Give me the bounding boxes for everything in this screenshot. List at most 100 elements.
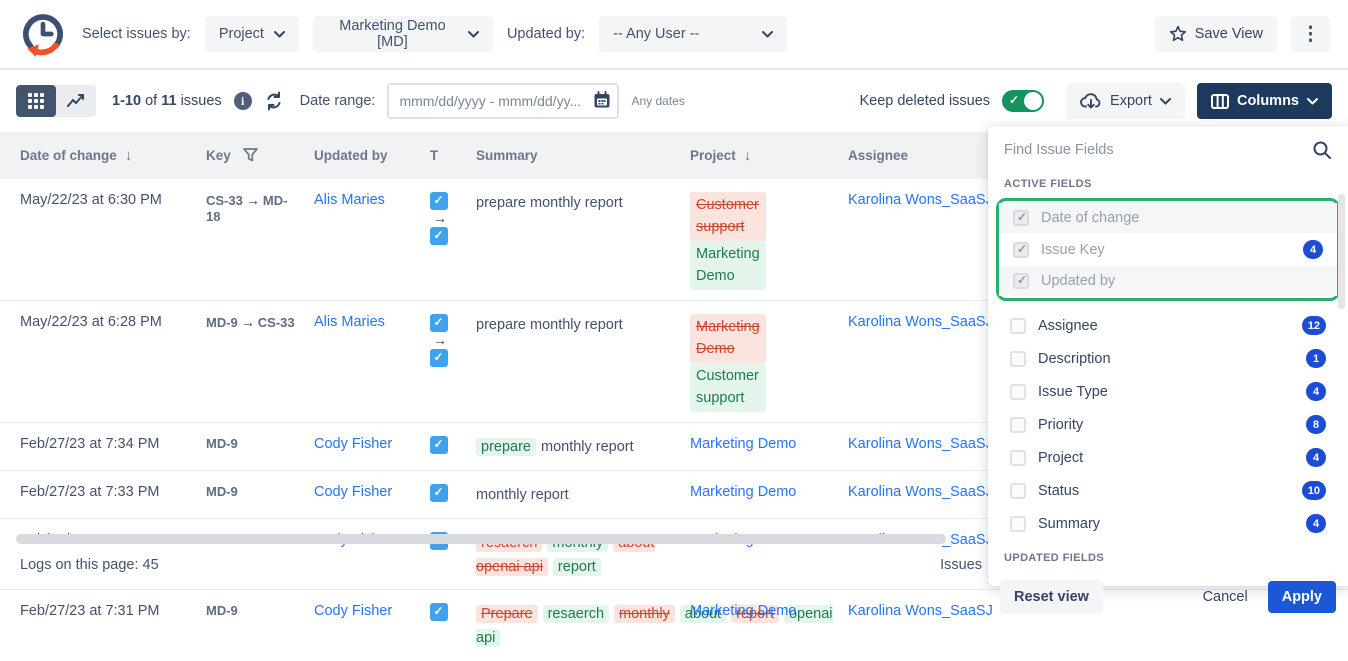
info-icon[interactable]: i xyxy=(234,92,252,110)
panel-footer: Reset view Cancel Apply xyxy=(988,570,1348,628)
chart-view-button[interactable] xyxy=(56,85,96,117)
save-view-label: Save View xyxy=(1195,26,1263,42)
field-item[interactable]: Project4 xyxy=(996,441,1340,474)
cell-summary: resaerchmonthlyabout openai apireport xyxy=(468,518,682,590)
issue-key: MD-9 xyxy=(206,436,238,451)
field-item[interactable]: Status10 xyxy=(996,474,1340,507)
field-item[interactable]: Summary4 xyxy=(996,507,1340,540)
field-item[interactable]: Issue Type4 xyxy=(996,375,1340,408)
cell-date-of-change: Feb/27/23 at 7:31 PM xyxy=(0,590,198,661)
summary-segment-added: resaerch xyxy=(543,605,609,623)
keep-deleted-toggle[interactable] xyxy=(1002,90,1044,112)
project-dropdown[interactable]: Marketing Demo [MD] xyxy=(313,16,493,52)
panel-scrollbar[interactable] xyxy=(1338,194,1345,309)
checked-checkbox[interactable] xyxy=(1013,242,1029,258)
header-date-of-change[interactable]: Date of change↓ xyxy=(0,132,198,179)
field-item[interactable]: Priority8 xyxy=(996,408,1340,441)
columns-icon xyxy=(1211,94,1229,109)
project-link[interactable]: Marketing Demo xyxy=(690,484,796,500)
field-count-badge: 1 xyxy=(1306,349,1326,368)
cell-key: MD-9 xyxy=(198,518,306,590)
save-view-button[interactable]: Save View xyxy=(1155,16,1277,52)
assignee-link[interactable]: Karolina Wons_SaaSJ xyxy=(848,484,993,500)
cell-updated-by: Cody Fisher xyxy=(306,422,422,470)
columns-button[interactable]: Columns xyxy=(1197,83,1332,119)
toolbar: 1-10 of 11 issues i Date range: Any date… xyxy=(0,70,1348,132)
field-count-badge: 10 xyxy=(1302,481,1326,500)
cell-updated-by: Cody Fisher xyxy=(306,590,422,661)
updated-by-link[interactable]: Cody Fisher xyxy=(314,436,392,452)
task-type-icon xyxy=(430,192,448,210)
checked-checkbox[interactable] xyxy=(1013,210,1029,226)
cell-key: CS-33→MD-18 xyxy=(198,179,306,300)
checkbox[interactable] xyxy=(1010,417,1026,433)
assignee-link[interactable]: Karolina Wons_SaaSJ xyxy=(848,436,993,452)
apply-button[interactable]: Apply xyxy=(1268,581,1336,613)
assignee-link[interactable]: Karolina Wons_SaaSJ xyxy=(848,314,993,330)
field-item[interactable]: Issue Key4 xyxy=(999,233,1337,266)
updated-fields-section-label: UPDATED FIELDS xyxy=(988,542,1348,570)
cancel-button[interactable]: Cancel xyxy=(1193,589,1258,605)
date-range-field xyxy=(387,83,619,119)
field-item[interactable]: Description1 xyxy=(996,342,1340,375)
project-link[interactable]: Marketing Demo xyxy=(690,603,796,619)
header-project[interactable]: Project↓ xyxy=(682,132,840,179)
field-item[interactable]: Updated by xyxy=(999,266,1337,296)
updated-by-label: Updated by: xyxy=(507,26,585,42)
updated-by-link[interactable]: Cody Fisher xyxy=(314,484,392,500)
filter-icon[interactable] xyxy=(243,148,258,162)
assignee-link[interactable]: Karolina Wons_SaaSJ xyxy=(848,603,993,619)
any-dates-label: Any dates xyxy=(631,94,684,108)
updated-by-link[interactable]: Cody Fisher xyxy=(314,603,392,619)
field-count-badge: 4 xyxy=(1303,240,1323,259)
transition-arrow-icon: → xyxy=(238,314,258,330)
checkbox[interactable] xyxy=(1010,318,1026,334)
checkbox[interactable] xyxy=(1010,450,1026,466)
logs-count-label: Logs on this page: 45 xyxy=(20,557,159,573)
field-item[interactable]: Assignee12 xyxy=(996,309,1340,342)
summary-segment-removed: Prepare xyxy=(476,605,538,623)
find-issue-fields-input[interactable] xyxy=(1004,142,1312,158)
horizontal-scrollbar[interactable] xyxy=(16,534,946,544)
header-updated-by[interactable]: Updated by xyxy=(306,132,422,179)
calendar-icon[interactable] xyxy=(593,91,611,109)
refresh-button[interactable] xyxy=(264,91,284,111)
reset-view-button[interactable]: Reset view xyxy=(1000,580,1103,614)
summary-segment-plain: monthly report xyxy=(541,439,634,455)
cell-updated-by: Cody Fisher xyxy=(306,518,422,590)
issue-key: MD-9 xyxy=(206,484,238,499)
cell-project: Marketing Demo xyxy=(682,590,840,661)
field-label: Updated by xyxy=(1041,273,1323,289)
checkbox[interactable] xyxy=(1010,384,1026,400)
header-type[interactable]: T xyxy=(422,132,468,179)
chevron-down-icon xyxy=(1307,98,1318,105)
grid-view-button[interactable] xyxy=(16,85,56,117)
updated-by-link[interactable]: Alis Maries xyxy=(314,192,385,208)
checkbox[interactable] xyxy=(1010,351,1026,367)
assignee-link[interactable]: Karolina Wons_SaaSJ xyxy=(848,192,993,208)
updated-by-dropdown[interactable]: -- Any User -- xyxy=(599,16,787,52)
issues-footer-label: Issues xyxy=(940,557,982,573)
checked-checkbox[interactable] xyxy=(1013,273,1029,289)
checkbox[interactable] xyxy=(1010,516,1026,532)
cell-date-of-change: Feb/27/23 at 7:32 PM xyxy=(0,518,198,590)
cell-issue-type: → xyxy=(422,300,468,422)
field-label: Issue Type xyxy=(1038,384,1294,400)
available-fields-list: Assignee12Description1Issue Type4Priorit… xyxy=(988,307,1348,542)
export-button[interactable]: Export xyxy=(1066,83,1185,119)
select-mode-dropdown[interactable]: Project xyxy=(205,16,299,52)
header-summary[interactable]: Summary xyxy=(468,132,682,179)
summary-segment-plain: monthly report xyxy=(476,487,569,503)
date-range-input[interactable] xyxy=(387,83,619,119)
transition-arrow-icon: → xyxy=(430,210,450,226)
cell-summary: prepare monthly report xyxy=(468,300,682,422)
header-key[interactable]: Key xyxy=(198,132,306,179)
field-item[interactable]: Date of change xyxy=(999,203,1337,233)
grid-icon xyxy=(28,93,44,109)
checkbox[interactable] xyxy=(1010,483,1026,499)
updated-by-link[interactable]: Alis Maries xyxy=(314,314,385,330)
more-menu-button[interactable]: ⋮ xyxy=(1291,16,1330,52)
project-link[interactable]: Marketing Demo xyxy=(690,436,796,452)
keep-deleted-label: Keep deleted issues xyxy=(859,93,990,109)
toggle-knob xyxy=(1024,92,1042,110)
